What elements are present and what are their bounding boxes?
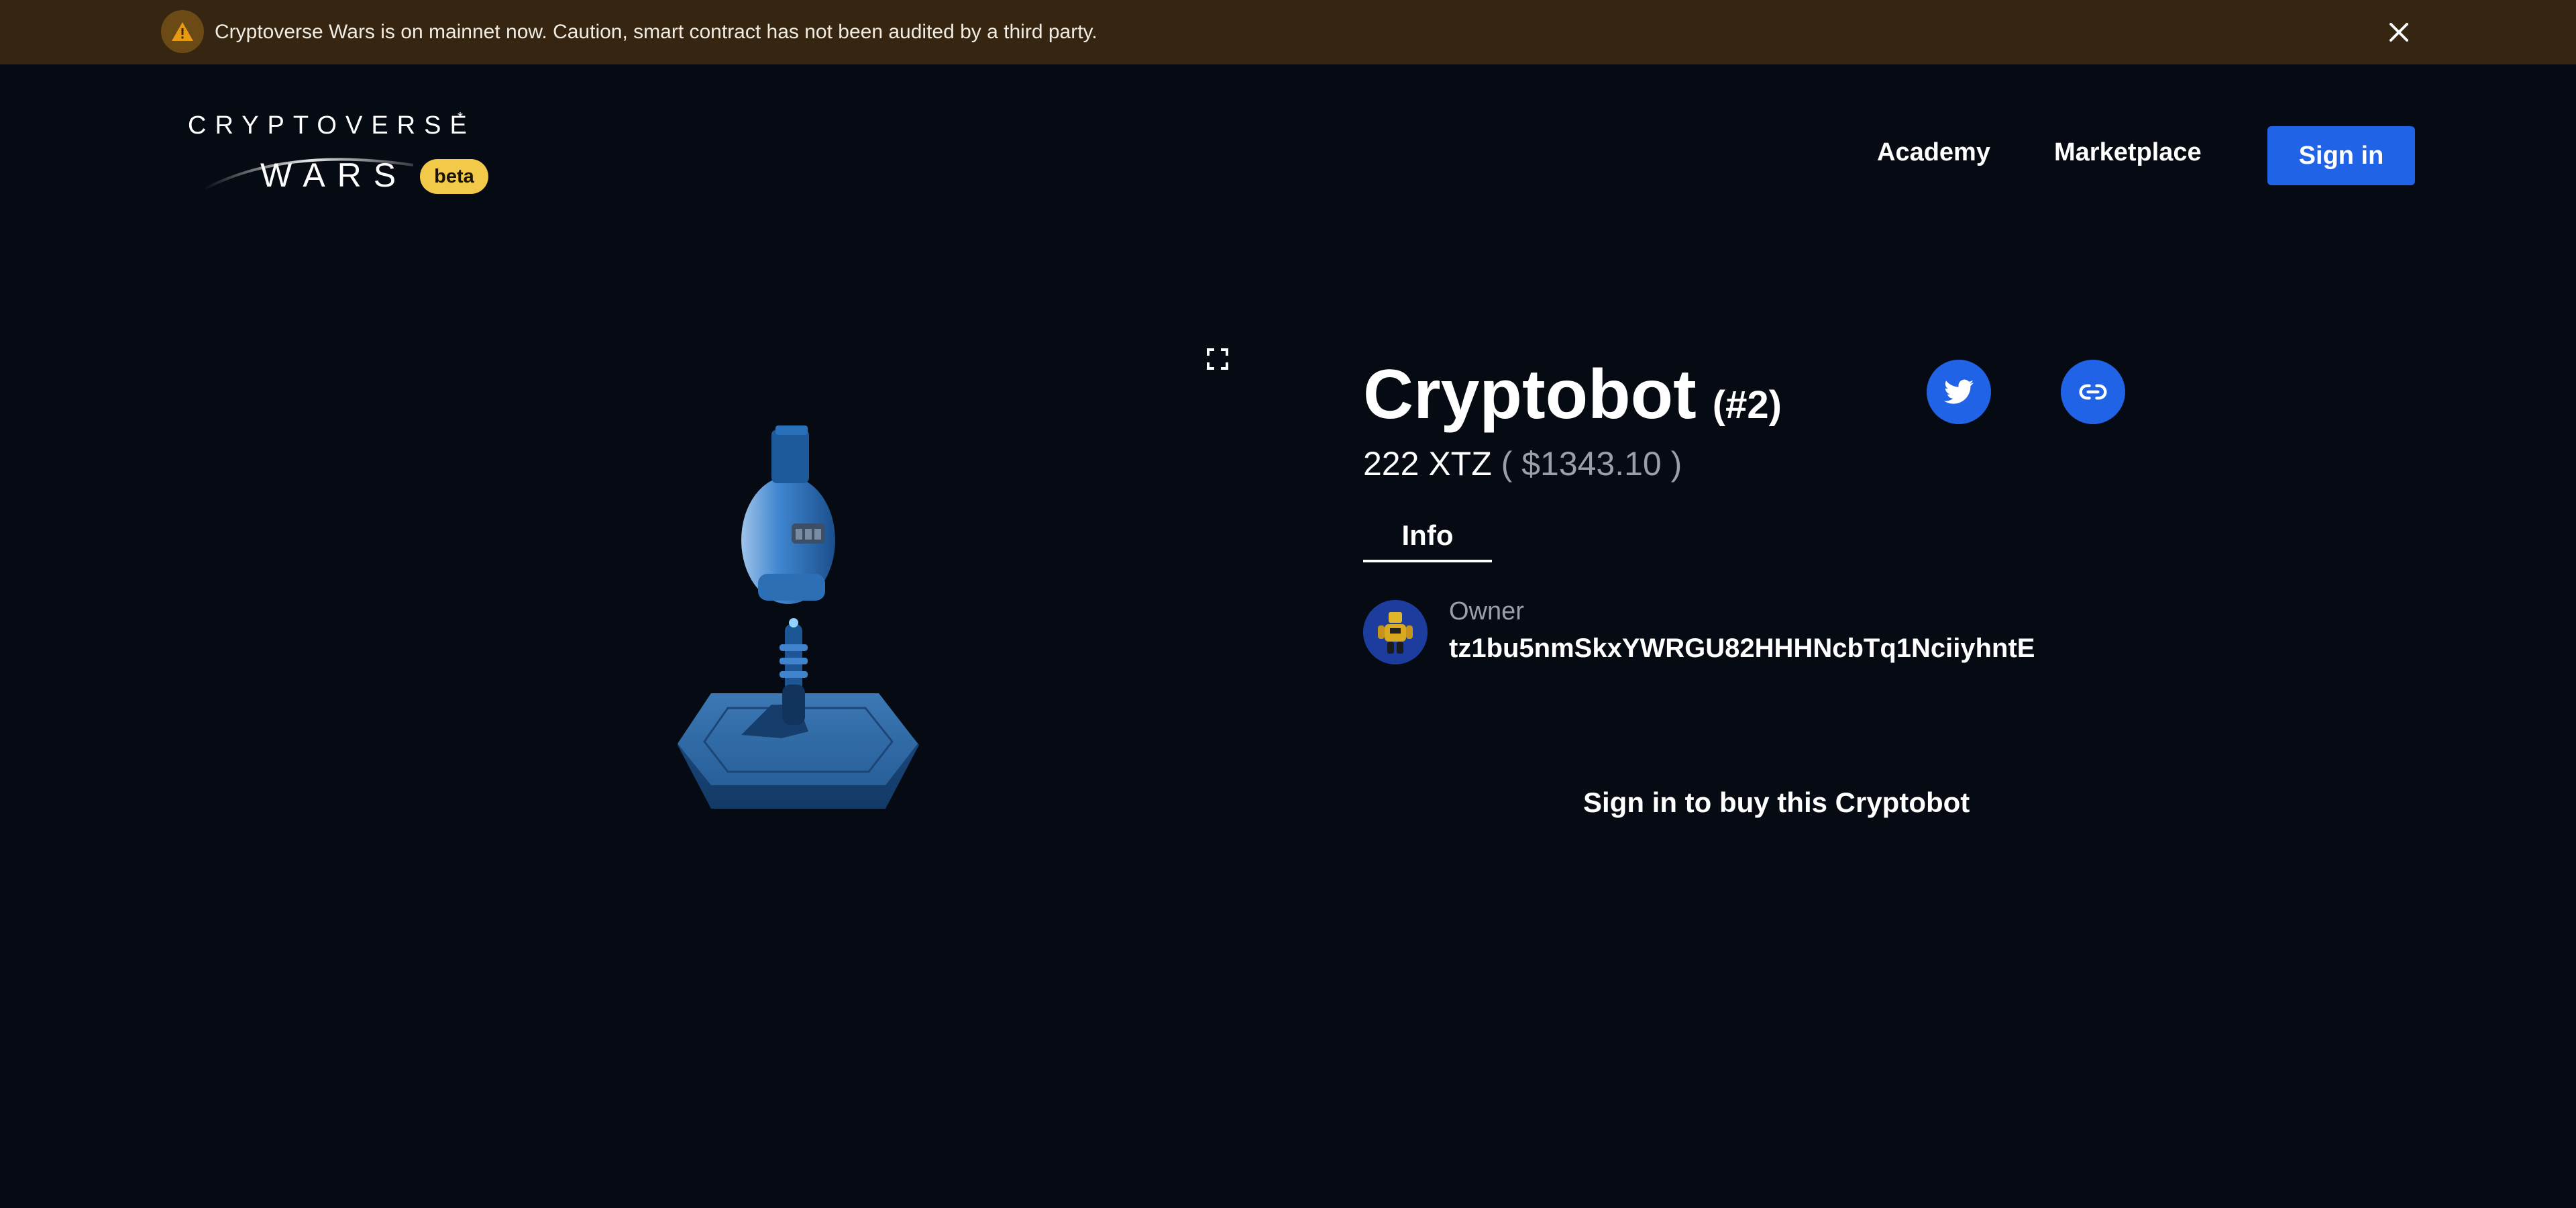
item-name: Cryptobot	[1363, 356, 1697, 434]
owner-avatar[interactable]	[1363, 600, 1428, 664]
warning-icon	[161, 10, 204, 53]
close-icon[interactable]	[2385, 19, 2412, 46]
fullscreen-icon[interactable]	[1206, 348, 1229, 370]
item-price: 222 XTZ ( $1343.10 )	[1363, 443, 1682, 485]
copy-link-button[interactable]	[2061, 360, 2125, 424]
cryptobot-image	[678, 425, 919, 809]
logo-title-bottom: WARS	[260, 156, 409, 194]
owner-address[interactable]: tz1bu5nmSkxYWRGU82HHHNcbTq1NciiyhntE	[1449, 634, 2035, 664]
link-icon	[2079, 384, 2107, 400]
announcement-banner: Cryptoverse Wars is on mainnet now. Caut…	[0, 0, 2576, 64]
logo-star: *	[458, 110, 463, 125]
twitter-icon	[1944, 379, 1974, 404]
logo-title-top: CRYPTOVERSE	[188, 111, 476, 140]
owner-label: Owner	[1449, 597, 1524, 625]
robot-avatar-icon	[1363, 600, 1428, 664]
price-xtz: 222 XTZ	[1363, 445, 1492, 483]
beta-badge: beta	[420, 159, 488, 194]
nav-academy[interactable]: Academy	[1877, 138, 1990, 167]
item-title: Cryptobot (#2)	[1363, 354, 1782, 446]
price-usd: ( $1343.10 )	[1501, 445, 1682, 483]
sign-in-to-buy-link[interactable]: Sign in to buy this Cryptobot	[1583, 787, 1970, 819]
sign-in-button[interactable]: Sign in	[2267, 126, 2415, 185]
nav-marketplace[interactable]: Marketplace	[2054, 138, 2202, 167]
twitter-share-button[interactable]	[1927, 360, 1991, 424]
tab-info[interactable]: Info	[1363, 517, 1492, 562]
cryptoverse-wars-logo[interactable]: CRYPTOVERSE * WARS beta	[185, 110, 494, 199]
item-number: (#2)	[1712, 383, 1782, 427]
banner-message: Cryptoverse Wars is on mainnet now. Caut…	[215, 21, 1097, 43]
